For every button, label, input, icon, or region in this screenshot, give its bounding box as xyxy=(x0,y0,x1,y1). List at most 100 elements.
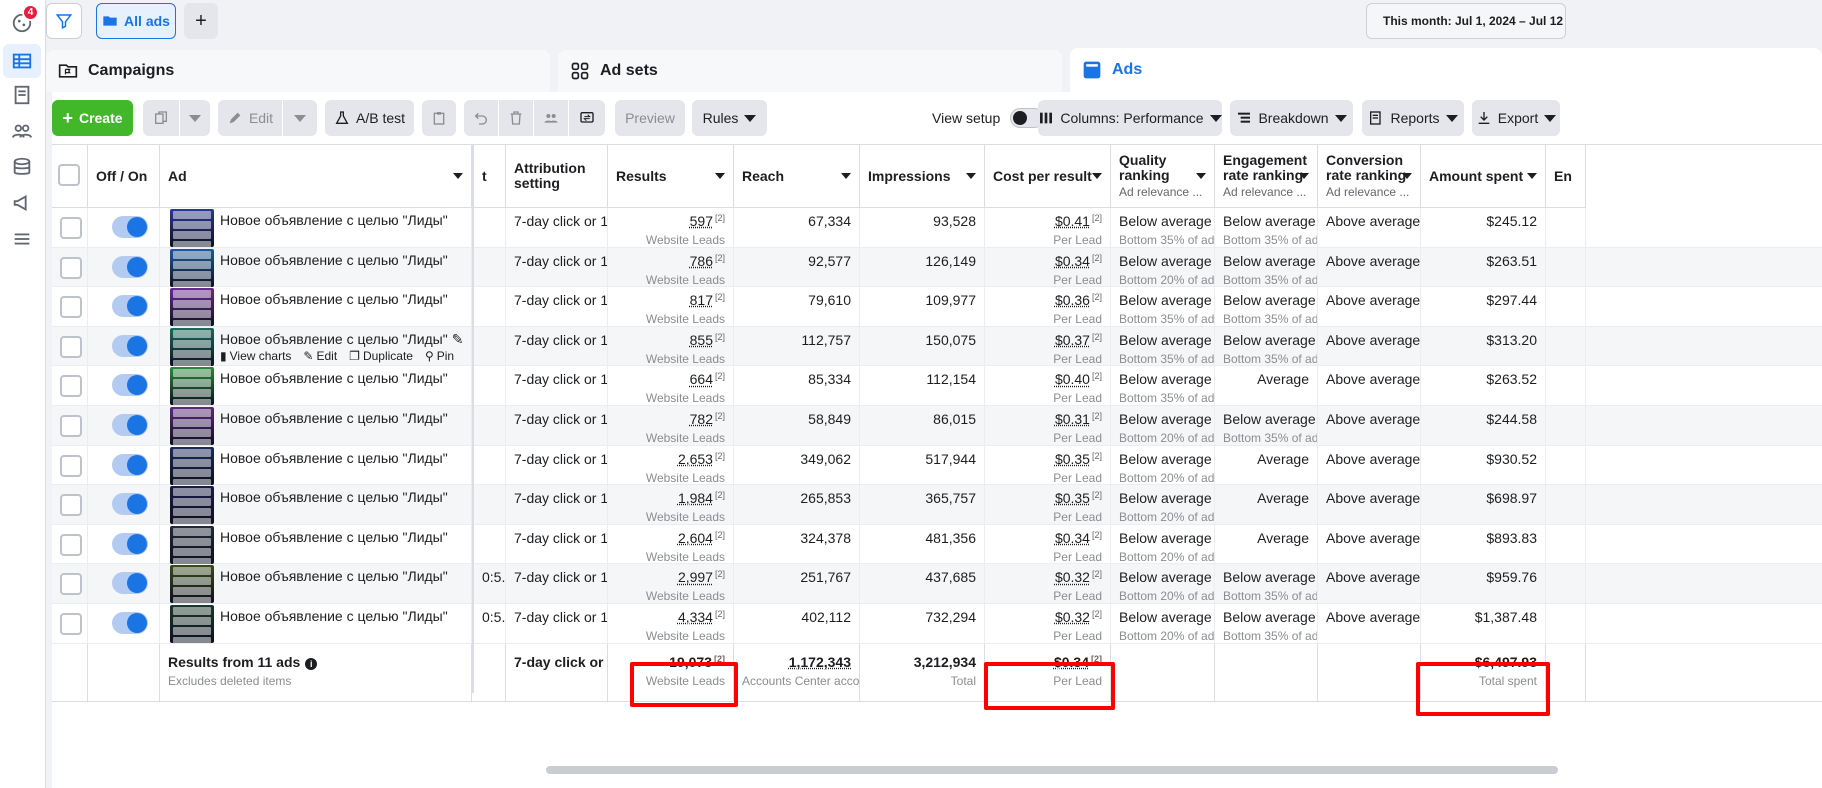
col-header-cpr[interactable]: Cost per result xyxy=(985,145,1111,208)
results-number[interactable]: 1,984 xyxy=(678,490,713,506)
row-checkbox[interactable] xyxy=(60,533,82,556)
col-header-attribution[interactable]: Attribution setting xyxy=(506,145,608,208)
results-number[interactable]: 2,653 xyxy=(678,451,713,467)
cpr-number[interactable]: $0.34 xyxy=(1055,253,1090,269)
sort-chevron-icon[interactable] xyxy=(453,173,463,179)
table-row[interactable]: Новое объявление с целью "Лиды" 7-day cli… xyxy=(52,366,1822,406)
pin-link[interactable]: ⚲ Pin xyxy=(425,349,454,363)
col-header-next[interactable]: En xyxy=(1546,145,1586,208)
col-header-engagement[interactable]: Engagement rate ranking Ad relevance ... xyxy=(1215,145,1318,208)
results-number[interactable]: 4,334 xyxy=(678,609,713,625)
filter-button[interactable] xyxy=(46,3,82,39)
audiences-icon[interactable] xyxy=(3,114,41,148)
ad-thumbnail[interactable] xyxy=(170,525,214,564)
reports-button[interactable]: Reports xyxy=(1362,100,1464,136)
date-range-picker[interactable]: This month: Jul 1, 2024 – Jul 12 xyxy=(1366,3,1566,39)
cpr-number[interactable]: $0.41 xyxy=(1055,213,1090,229)
col-header-off_on[interactable]: Off / On xyxy=(88,145,160,208)
ad-name-link[interactable]: Новое объявление с целью "Лиды" xyxy=(220,568,448,584)
col-header-ad[interactable]: Ad xyxy=(160,145,472,208)
ad-thumbnail[interactable] xyxy=(170,565,214,604)
sort-chevron-icon[interactable] xyxy=(715,173,725,179)
tab-campaigns[interactable]: Campaigns xyxy=(46,50,550,92)
ad-on-off-toggle[interactable] xyxy=(112,334,148,357)
megaphone-icon[interactable] xyxy=(3,186,41,220)
ad-thumbnail[interactable] xyxy=(170,486,214,525)
ad-name-link[interactable]: Новое объявление с целью "Лиды" xyxy=(220,450,448,466)
ab-test-button[interactable]: A/B test xyxy=(325,100,414,136)
col-header-results[interactable]: Results xyxy=(608,145,734,208)
results-number[interactable]: 855 xyxy=(690,332,713,348)
export-button[interactable]: Export xyxy=(1472,100,1560,136)
create-button[interactable]: + Create xyxy=(52,100,133,136)
row-checkbox[interactable] xyxy=(60,256,82,279)
tab-adsets[interactable]: Ad sets xyxy=(558,50,1062,92)
table-row[interactable]: Новое объявление с целью "Лиды" 7-day cli… xyxy=(52,445,1822,486)
results-number[interactable]: 664 xyxy=(690,371,713,387)
duplicate-button[interactable] xyxy=(143,100,179,136)
cpr-number[interactable]: $0.40 xyxy=(1055,371,1090,387)
cpr-number[interactable]: $0.32 xyxy=(1055,569,1090,585)
cpr-number[interactable]: $0.35 xyxy=(1055,490,1090,506)
table-row[interactable]: Новое объявление с целью "Лиды" 7-day cli… xyxy=(52,524,1822,565)
ad-on-off-toggle[interactable] xyxy=(112,572,148,595)
table-row[interactable]: Новое объявление с целью "Лиды" 7-day cli… xyxy=(52,287,1822,327)
breakdown-button[interactable]: Breakdown xyxy=(1230,100,1353,136)
compare-button[interactable] xyxy=(569,100,605,136)
clipboard-button[interactable] xyxy=(422,100,456,136)
col-header-quality[interactable]: Quality ranking Ad relevance ... xyxy=(1111,145,1215,208)
sort-chevron-icon[interactable] xyxy=(1527,173,1537,179)
columns-button[interactable]: Columns: Performance xyxy=(1038,100,1222,136)
ad-on-off-toggle[interactable] xyxy=(112,493,148,516)
ad-thumbnail[interactable] xyxy=(170,288,214,327)
row-checkbox[interactable] xyxy=(60,296,82,319)
row-checkbox[interactable] xyxy=(60,573,82,596)
cpr-number[interactable]: $0.34 xyxy=(1055,530,1090,546)
table-row[interactable]: Новое объявление с целью "Лиды" 7-day cli… xyxy=(52,208,1822,248)
ad-on-off-toggle[interactable] xyxy=(112,414,148,436)
ad-on-off-toggle[interactable] xyxy=(112,216,148,238)
ad-thumbnail[interactable] xyxy=(170,367,214,406)
row-checkbox[interactable] xyxy=(60,335,82,358)
ad-name-link[interactable]: Новое объявление с целью "Лиды" xyxy=(220,529,448,545)
results-number[interactable]: 2,604 xyxy=(678,530,713,546)
summary-reach-number[interactable]: 1,172,343 xyxy=(789,654,851,670)
cpr-number[interactable]: $0.32 xyxy=(1055,609,1090,625)
undo-button[interactable] xyxy=(464,100,498,136)
ad-name-link[interactable]: Новое объявление с целью "Лиды" ✎ xyxy=(220,331,463,348)
view-charts-link[interactable]: ▮ View charts xyxy=(220,349,291,363)
cpr-number[interactable]: $0.36 xyxy=(1055,292,1090,308)
sort-chevron-icon[interactable] xyxy=(966,173,976,179)
results-number[interactable]: 817 xyxy=(690,292,713,308)
ad-name-link[interactable]: Новое объявление с целью "Лиды" xyxy=(220,608,448,624)
ad-on-off-toggle[interactable] xyxy=(112,612,148,634)
ad-thumbnail[interactable] xyxy=(170,605,214,643)
col-header-reach[interactable]: Reach xyxy=(734,145,860,208)
table-row[interactable]: Новое объявление с целью "Лиды" ✎ ▮ View ch… xyxy=(52,326,1822,367)
tab-all-ads[interactable]: All ads xyxy=(96,3,176,39)
col-header-impressions[interactable]: Impressions xyxy=(860,145,985,208)
select-all-checkbox[interactable] xyxy=(58,164,80,186)
ad-thumbnail[interactable] xyxy=(170,248,214,287)
ad-on-off-toggle[interactable] xyxy=(112,295,148,318)
results-number[interactable]: 2,997 xyxy=(678,569,713,585)
ad-thumbnail[interactable] xyxy=(170,209,214,247)
cpr-number[interactable]: $0.35 xyxy=(1055,451,1090,467)
row-checkbox[interactable] xyxy=(60,494,82,517)
info-icon[interactable]: i xyxy=(305,657,318,670)
ad-thumbnail[interactable] xyxy=(170,327,214,366)
cpr-number[interactable]: $0.31 xyxy=(1055,411,1090,427)
edit-link[interactable]: ✎ Edit xyxy=(303,349,337,363)
row-checkbox[interactable] xyxy=(60,415,82,437)
billing-icon[interactable] xyxy=(3,150,41,184)
edit-button[interactable]: Edit xyxy=(218,100,282,136)
row-checkbox[interactable] xyxy=(60,613,82,635)
ad-on-off-toggle[interactable] xyxy=(112,532,148,555)
add-tab-button[interactable]: + xyxy=(184,3,218,39)
table-row[interactable]: Новое объявление с целью "Лиды" 0:5... 7-d… xyxy=(52,564,1822,604)
preview-button[interactable]: Preview xyxy=(615,100,685,136)
ads-manager-table-icon[interactable] xyxy=(3,44,41,78)
results-number[interactable]: 597 xyxy=(690,213,713,229)
menu-icon[interactable] xyxy=(3,222,41,256)
horizontal-scrollbar[interactable] xyxy=(546,766,1558,774)
